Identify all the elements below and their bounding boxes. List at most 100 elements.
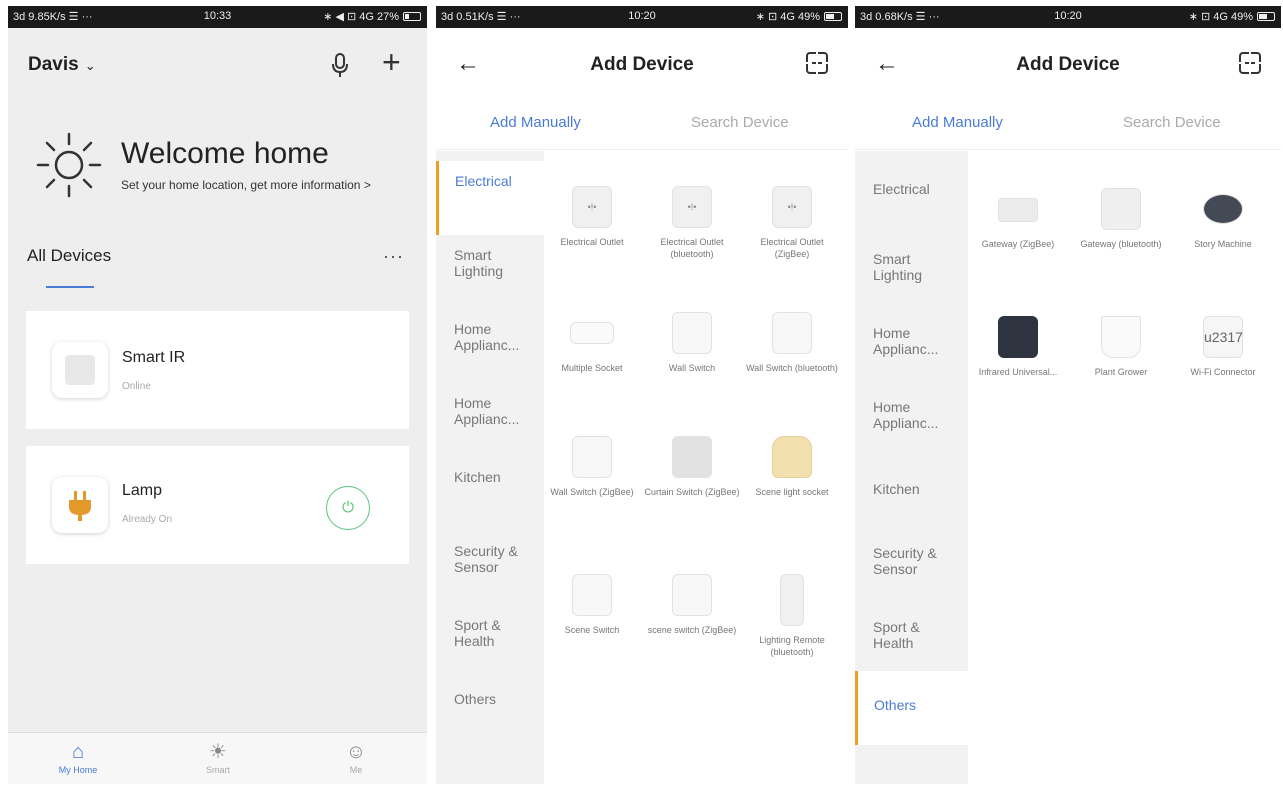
device-card-lamp[interactable]: Lamp Already On ⏻ (26, 446, 409, 564)
bottom-navigation: ⌂ My Home ☀ Smart ☺ Me (8, 732, 427, 784)
device-label: Gateway (ZigBee) (981, 239, 1055, 249)
device-tile[interactable]: Story Machine (1175, 188, 1271, 250)
nav-me[interactable]: ☺ Me (316, 739, 396, 775)
microphone-icon[interactable] (330, 52, 350, 78)
category-item[interactable]: Home Applianc... (436, 383, 544, 457)
device-tile[interactable]: Electrical Outlet (ZigBee) (744, 186, 840, 260)
category-list: Electrical Smart Lighting Home Applianc.… (436, 151, 544, 784)
device-tile[interactable]: scene switch (ZigBee) (644, 574, 740, 636)
device-label: Scene Switch (564, 625, 620, 635)
sun-small-icon: ☀ (209, 741, 227, 763)
category-item[interactable]: Security & Sensor (855, 533, 963, 607)
device-tile[interactable]: Scene Switch (544, 574, 640, 636)
device-label: Wall Switch (bluetooth) (746, 363, 838, 373)
tab-search-device[interactable]: Search Device (691, 114, 789, 131)
ir-device-icon (52, 342, 108, 398)
device-name: Lamp (122, 482, 163, 499)
home-selector[interactable]: Davis ⌄ (28, 54, 96, 76)
category-item[interactable]: Kitchen (855, 469, 963, 543)
category-item[interactable]: Smart Lighting (436, 235, 544, 309)
device-tile[interactable]: Electrical Outlet (bluetooth) (644, 186, 740, 260)
tab-all-devices[interactable]: All Devices (27, 246, 111, 266)
scene-switch-icon (572, 574, 612, 616)
category-item[interactable]: Home Applianc... (855, 313, 963, 387)
add-mode-tabs: Add Manually Search Device (436, 106, 848, 150)
category-item[interactable]: Sport & Health (855, 607, 963, 681)
category-item[interactable]: Others (855, 671, 968, 745)
home-screen: 3d 9.85K/s ☰ ··· 10:33 ∗ ◀ ⊡ 4G 27% Davi… (8, 6, 427, 784)
status-indicators: ∗ ⊡ 4G 49% (1188, 11, 1253, 23)
device-tile[interactable]: Gateway (ZigBee) (970, 188, 1066, 250)
device-label: Multiple Socket (561, 363, 623, 373)
device-tile[interactable]: Infrared Universal... (970, 316, 1066, 378)
device-tile[interactable]: Multiple Socket (544, 312, 640, 374)
device-label: Gateway (bluetooth) (1080, 239, 1162, 249)
device-tile[interactable]: Plant Grower (1073, 316, 1169, 378)
device-tile[interactable]: Wall Switch (ZigBee) (544, 436, 640, 498)
add-device-screen-others: 3d 0.68K/s ☰ ··· 10:20 ∗ ⊡ 4G 49% ← Add … (855, 6, 1281, 784)
tab-search-device[interactable]: Search Device (1123, 114, 1221, 131)
home-name: Davis (28, 54, 79, 75)
wall-switch-icon (672, 312, 712, 354)
status-indicators: ∗ ⊡ 4G 49% (755, 11, 820, 23)
scan-icon[interactable] (804, 50, 830, 76)
scan-icon[interactable] (1237, 50, 1263, 76)
category-item[interactable]: Security & Sensor (436, 531, 544, 605)
power-strip-icon (570, 322, 614, 344)
home-location-link[interactable]: Set your home location, get more informa… (121, 178, 371, 192)
device-tile[interactable]: Electrical Outlet (544, 186, 640, 248)
device-name: Smart IR (122, 349, 186, 366)
power-toggle-button[interactable]: ⏻ (326, 486, 370, 530)
category-item[interactable]: Sport & Health (436, 605, 544, 679)
category-item[interactable]: Kitchen (436, 457, 544, 531)
page-title: Add Device (590, 54, 694, 75)
category-item[interactable]: Electrical (855, 169, 963, 243)
status-bar: 3d 0.68K/s ☰ ··· 10:20 ∗ ⊡ 4G 49% (855, 6, 1281, 28)
add-mode-tabs: Add Manually Search Device (855, 106, 1281, 150)
battery-icon (824, 12, 842, 21)
status-bar: 3d 9.85K/s ☰ ··· 10:33 ∗ ◀ ⊡ 4G 27% (8, 6, 427, 28)
nav-smart[interactable]: ☀ Smart (178, 739, 258, 775)
infrared-remote-icon (998, 316, 1038, 358)
tab-add-manually[interactable]: Add Manually (490, 114, 581, 131)
active-tab-indicator (46, 286, 94, 288)
device-label: Scene light socket (755, 487, 829, 497)
more-icon[interactable]: ··· (383, 246, 404, 267)
device-label: Wall Switch (ZigBee) (550, 487, 634, 497)
curtain-switch-icon (672, 436, 712, 478)
plant-grower-icon (1101, 316, 1141, 358)
welcome-title: Welcome home (121, 137, 329, 170)
device-status: Online (122, 381, 151, 392)
wall-switch-icon (772, 312, 812, 354)
battery-icon (403, 12, 421, 21)
category-item[interactable]: Smart Lighting (855, 239, 963, 313)
device-tile[interactable]: Gateway (bluetooth) (1073, 188, 1169, 250)
story-machine-icon (1203, 194, 1243, 224)
nav-label: Me (349, 765, 363, 775)
device-label: Electrical Outlet (560, 237, 624, 247)
status-indicators: ∗ ◀ ⊡ 4G 27% (323, 11, 399, 23)
gateway-icon (998, 198, 1038, 222)
device-tile[interactable]: Wall Switch (644, 312, 740, 374)
device-tile[interactable]: Lighting Remote (bluetooth) (744, 574, 840, 658)
device-tile[interactable]: Wall Switch (bluetooth) (744, 312, 840, 374)
device-label: Wi-Fi Connector (1190, 367, 1256, 377)
category-item[interactable]: Others (436, 679, 544, 753)
device-tile[interactable]: Scene light socket (744, 436, 840, 498)
home-icon: ⌂ (71, 741, 85, 763)
device-tile[interactable]: Wi-Fi Connector (1175, 316, 1271, 378)
category-item[interactable]: Home Applianc... (436, 309, 544, 383)
category-item[interactable]: Electrical (436, 161, 544, 235)
tab-add-manually[interactable]: Add Manually (912, 114, 1003, 131)
gateway-icon (1101, 188, 1141, 230)
device-tile[interactable]: Curtain Switch (ZigBee) (644, 436, 740, 498)
scene-switch-icon (672, 574, 712, 616)
device-label: Infrared Universal... (978, 367, 1058, 377)
wifi-icon (1203, 316, 1243, 358)
category-item[interactable]: Home Applianc... (855, 387, 963, 461)
device-card-smart-ir[interactable]: Smart IR Online (26, 311, 409, 429)
welcome-subtitle: Set your home location, get more informa… (121, 178, 361, 192)
nav-my-home[interactable]: ⌂ My Home (38, 739, 118, 775)
device-label: Lighting Remote (bluetooth) (759, 635, 825, 657)
add-icon[interactable]: + (382, 46, 401, 78)
